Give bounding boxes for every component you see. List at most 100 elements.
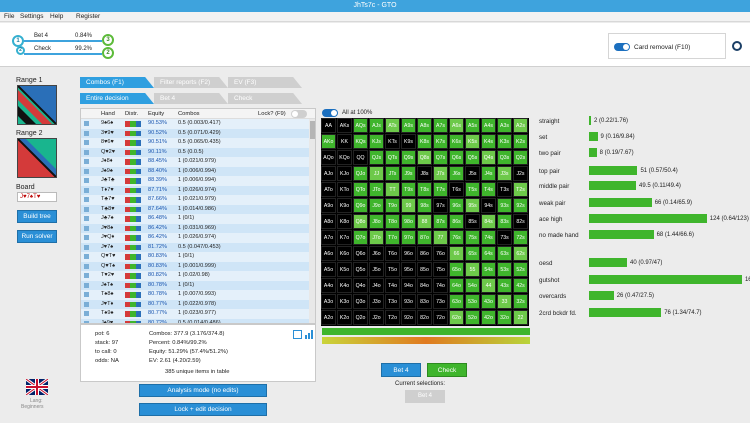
grid-cell[interactable]: AJo [321, 166, 336, 181]
table-row[interactable]: 8♥6♥ 90.51% 0.5 (0.065/0.435) [81, 138, 309, 148]
table-row[interactable]: J♣T♣ 88.39% 1 (0.006/0.994) [81, 176, 309, 186]
table-row[interactable]: J♦8♦ 88.45% 1 (0.021/0.979) [81, 157, 309, 167]
category-bar[interactable] [589, 258, 627, 267]
grid-cell[interactable]: 82s [513, 214, 528, 229]
grid-cell[interactable]: 62o [449, 310, 464, 325]
range2-thumbnail[interactable] [17, 138, 57, 178]
grid-cell[interactable]: KJo [337, 166, 352, 181]
col-hand[interactable]: Hand [101, 111, 115, 117]
grid-cell[interactable]: K6o [337, 246, 352, 261]
grid-cell[interactable]: 74s [481, 230, 496, 245]
grid-cell[interactable]: QTs [385, 150, 400, 165]
grid-cell[interactable]: 87o [417, 230, 432, 245]
tree-node-bet[interactable]: 3 [102, 34, 114, 46]
grid-cell[interactable]: JJ [369, 166, 384, 181]
run-solver-button[interactable]: Run solver [17, 230, 57, 243]
grid-cell[interactable]: 32s [513, 294, 528, 309]
grid-cell[interactable]: T9o [385, 198, 400, 213]
grid-cell[interactable]: 92s [513, 198, 528, 213]
tab-filter-reports[interactable]: Filter reports (F2) [154, 77, 228, 88]
grid-cell[interactable]: 97s [433, 198, 448, 213]
check-action-button[interactable]: Check [427, 363, 467, 377]
grid-cell[interactable]: 95s [465, 198, 480, 213]
grid-cell[interactable]: J4o [369, 278, 384, 293]
grid-cell[interactable]: J4s [481, 166, 496, 181]
grid-cell[interactable]: 83s [497, 214, 512, 229]
grid-cell[interactable]: 73s [497, 230, 512, 245]
grid-cell[interactable]: Q6s [449, 150, 464, 165]
grid-cell[interactable]: A2s [513, 118, 528, 133]
category-bar[interactable] [589, 230, 654, 239]
grid-cell[interactable]: K9s [401, 134, 416, 149]
grid-cell[interactable]: T5o [385, 262, 400, 277]
range1-thumbnail[interactable] [17, 85, 57, 125]
grid-cell[interactable]: A8s [417, 118, 432, 133]
menu-file[interactable]: File [4, 13, 14, 20]
tab-bet-4[interactable]: Bet 4 [154, 93, 228, 104]
grid-cell[interactable]: 42o [481, 310, 496, 325]
grid-cell[interactable]: J7s [433, 166, 448, 181]
grid-cell[interactable]: 92o [401, 310, 416, 325]
grid-cell[interactable]: Q7o [353, 230, 368, 245]
table-row[interactable]: J♠9♠ 88.40% 1 (0.006/0.994) [81, 166, 309, 176]
grid-cell[interactable]: T9s [401, 182, 416, 197]
grid-cell[interactable]: 95o [401, 262, 416, 277]
grid-cell[interactable]: J5o [369, 262, 384, 277]
grid-cell[interactable]: JTs [385, 166, 400, 181]
grid-cell[interactable]: T4s [481, 182, 496, 197]
bet-action-button[interactable]: Bet 4 [381, 363, 421, 377]
grid-cell[interactable]: Q8o [353, 214, 368, 229]
grid-cell[interactable]: QJo [353, 166, 368, 181]
chart-icon[interactable] [305, 330, 314, 339]
grid-cell[interactable]: 33 [497, 294, 512, 309]
grid-cell[interactable]: 82o [417, 310, 432, 325]
grid-cell[interactable]: K3o [337, 294, 352, 309]
grid-cell[interactable]: T3s [497, 182, 512, 197]
grid-cell[interactable]: JTo [369, 182, 384, 197]
grid-cell[interactable]: J2s [513, 166, 528, 181]
grid-cell[interactable]: 55 [465, 262, 480, 277]
category-bar[interactable] [589, 181, 637, 190]
uk-flag-icon[interactable] [26, 379, 48, 395]
category-bar[interactable] [589, 132, 598, 141]
table-row[interactable]: J♥7♠ 81.72% 0.5 (0.047/0.453) [81, 242, 309, 252]
grid-cell[interactable]: K9o [337, 198, 352, 213]
grid-cell[interactable]: J9o [369, 198, 384, 213]
grid-cell[interactable]: 64o [449, 278, 464, 293]
lock-toggle[interactable] [291, 110, 307, 118]
grid-cell[interactable]: A3s [497, 118, 512, 133]
table-scrollbar[interactable] [309, 119, 315, 323]
grid-cell[interactable]: K2o [337, 310, 352, 325]
grid-cell[interactable]: 85s [465, 214, 480, 229]
grid-cell[interactable]: K6s [449, 134, 464, 149]
grid-cell[interactable]: J2o [369, 310, 384, 325]
grid-cell[interactable]: Q5s [465, 150, 480, 165]
grid-cell[interactable]: 96o [401, 246, 416, 261]
tab-combos[interactable]: Combos (F1) [80, 77, 154, 88]
grid-cell[interactable]: J9s [401, 166, 416, 181]
grid-cell[interactable]: 53o [465, 294, 480, 309]
grid-cell[interactable]: Q9o [353, 198, 368, 213]
grid-cell[interactable]: QJs [369, 150, 384, 165]
lock-edit-decision-button[interactable]: Lock + edit decision [139, 403, 267, 416]
table-row[interactable]: Q♥2♥ 90.11% 0.5 (0.0.5) [81, 147, 309, 157]
grid-cell[interactable]: 84s [481, 214, 496, 229]
grid-cell[interactable]: Q2o [353, 310, 368, 325]
export-icon[interactable] [293, 330, 302, 339]
current-selection-value[interactable]: Bet 4 [405, 390, 445, 403]
grid-cell[interactable]: Q4s [481, 150, 496, 165]
grid-cell[interactable]: 44 [481, 278, 496, 293]
grid-cell[interactable]: T8o [385, 214, 400, 229]
grid-cell[interactable]: 99 [401, 198, 416, 213]
analysis-mode-button[interactable]: Analysis mode (no edits) [139, 384, 267, 397]
grid-cell[interactable]: A4o [321, 278, 336, 293]
grid-cell[interactable]: 63o [449, 294, 464, 309]
table-row[interactable]: J♣7♠ 86.48% 1 (0/1) [81, 214, 309, 224]
grid-cell[interactable]: Q6o [353, 246, 368, 261]
grid-cell[interactable]: 65s [465, 246, 480, 261]
grid-cell[interactable]: A5o [321, 262, 336, 277]
grid-cell[interactable]: K5s [465, 134, 480, 149]
grid-cell[interactable]: K2s [513, 134, 528, 149]
grid-cell[interactable]: 66 [449, 246, 464, 261]
grid-cell[interactable]: Q8s [417, 150, 432, 165]
